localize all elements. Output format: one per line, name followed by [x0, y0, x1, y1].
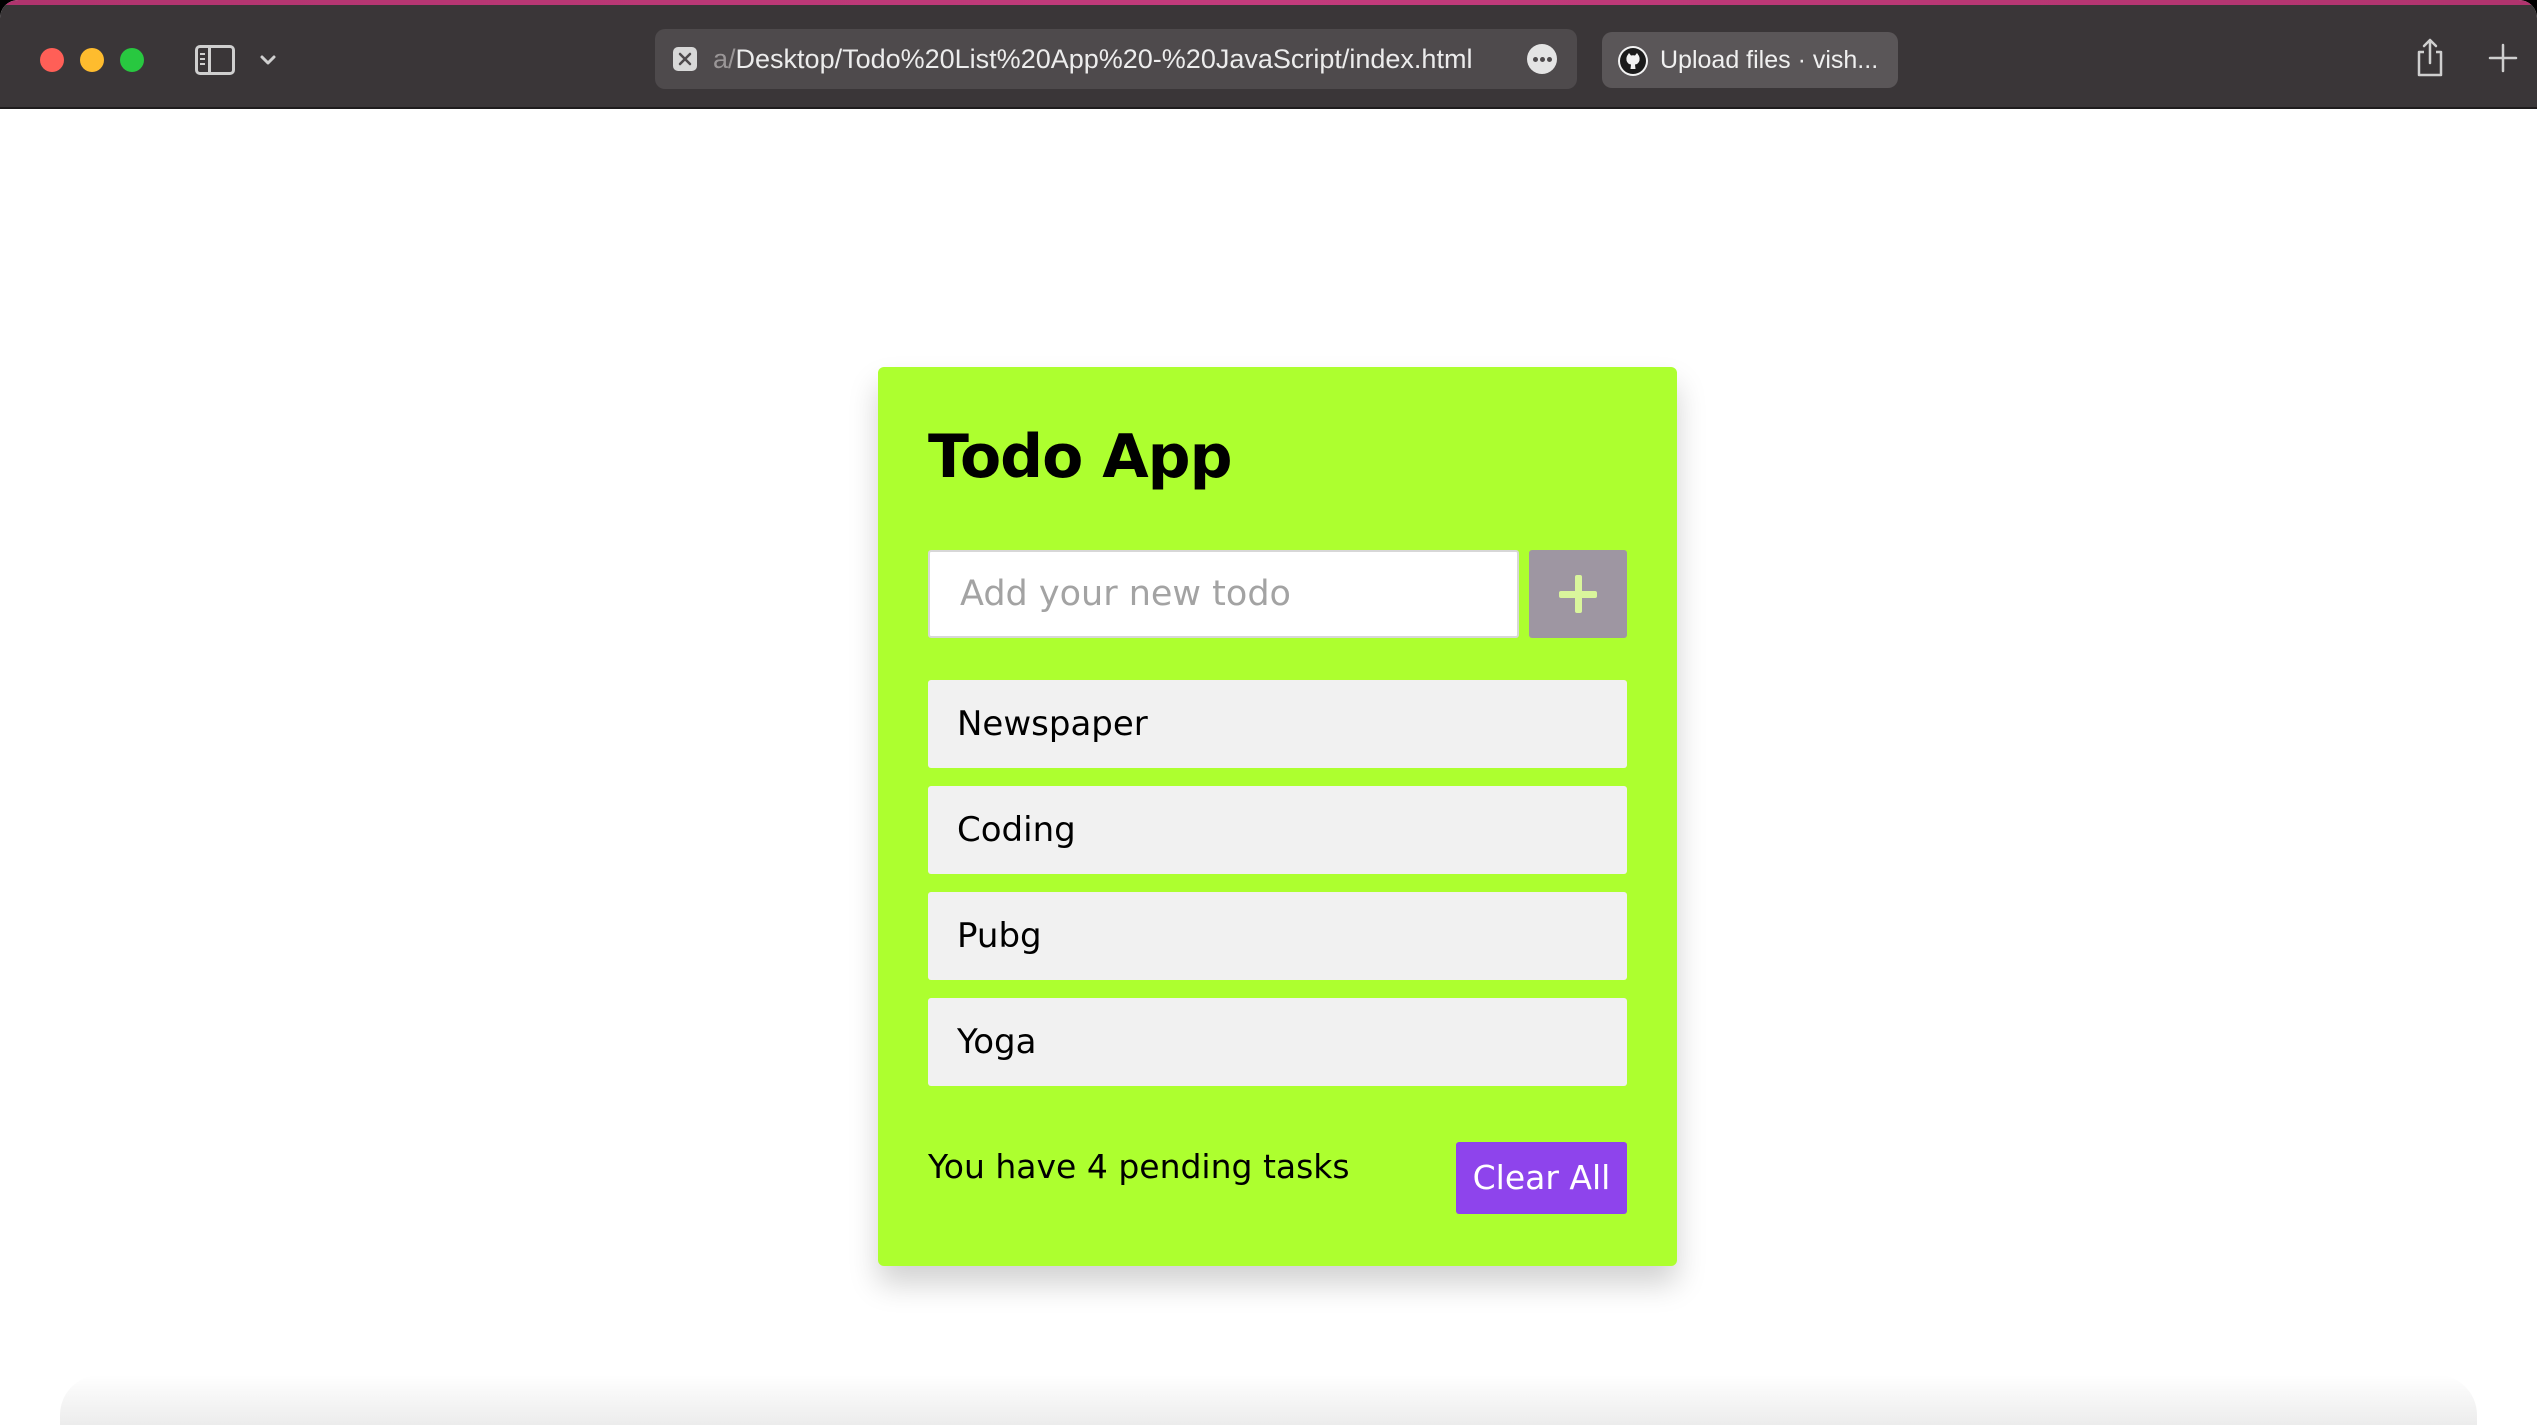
todo-item-label: Newspaper — [957, 704, 1148, 744]
pending-count-text: You have 4 pending tasks — [928, 1147, 1350, 1186]
close-window-button[interactable] — [40, 48, 64, 72]
maximize-window-button[interactable] — [120, 48, 144, 72]
address-url-path: Desktop/Todo%20List%20App%20-%20JavaScri… — [735, 44, 1473, 74]
todo-item-label: Pubg — [957, 916, 1042, 956]
close-icon[interactable] — [673, 47, 697, 71]
share-icon[interactable] — [2413, 37, 2447, 79]
todo-item-label: Coding — [957, 810, 1076, 850]
page-title: Todo App — [928, 422, 1233, 492]
add-todo-button[interactable] — [1529, 550, 1627, 638]
todo-input[interactable] — [928, 550, 1519, 638]
minimize-window-button[interactable] — [80, 48, 104, 72]
browser-window: a/Desktop/Todo%20List%20App%20-%20JavaSc… — [0, 0, 2537, 1425]
bottom-shadow — [60, 1375, 2477, 1425]
chevron-down-icon[interactable] — [257, 49, 279, 71]
github-icon — [1618, 46, 1648, 76]
ellipsis-icon[interactable] — [1527, 44, 1557, 74]
browser-tab[interactable]: Upload files · vish... — [1602, 32, 1898, 88]
address-url[interactable]: a/Desktop/Todo%20List%20App%20-%20JavaSc… — [713, 29, 1472, 89]
todo-item[interactable]: Pubg — [928, 892, 1627, 980]
tab-title: Upload files · vish... — [1660, 46, 1879, 74]
todo-item-label: Yoga — [957, 1022, 1037, 1062]
todo-item[interactable]: Newspaper — [928, 680, 1627, 768]
todo-item[interactable]: Yoga — [928, 998, 1627, 1086]
address-bar[interactable]: a/Desktop/Todo%20List%20App%20-%20JavaSc… — [655, 29, 1577, 89]
todo-card: Todo App Newspaper Coding Pubg Yoga You … — [878, 367, 1677, 1266]
browser-toolbar: a/Desktop/Todo%20List%20App%20-%20JavaSc… — [0, 5, 2537, 109]
page-content: Todo App Newspaper Coding Pubg Yoga You … — [0, 109, 2537, 1425]
plus-icon[interactable] — [2487, 42, 2519, 74]
todo-item[interactable]: Coding — [928, 786, 1627, 874]
clear-all-button[interactable]: Clear All — [1456, 1142, 1627, 1214]
address-url-prefix: a/ — [713, 44, 736, 74]
sidebar-icon[interactable] — [195, 45, 235, 75]
